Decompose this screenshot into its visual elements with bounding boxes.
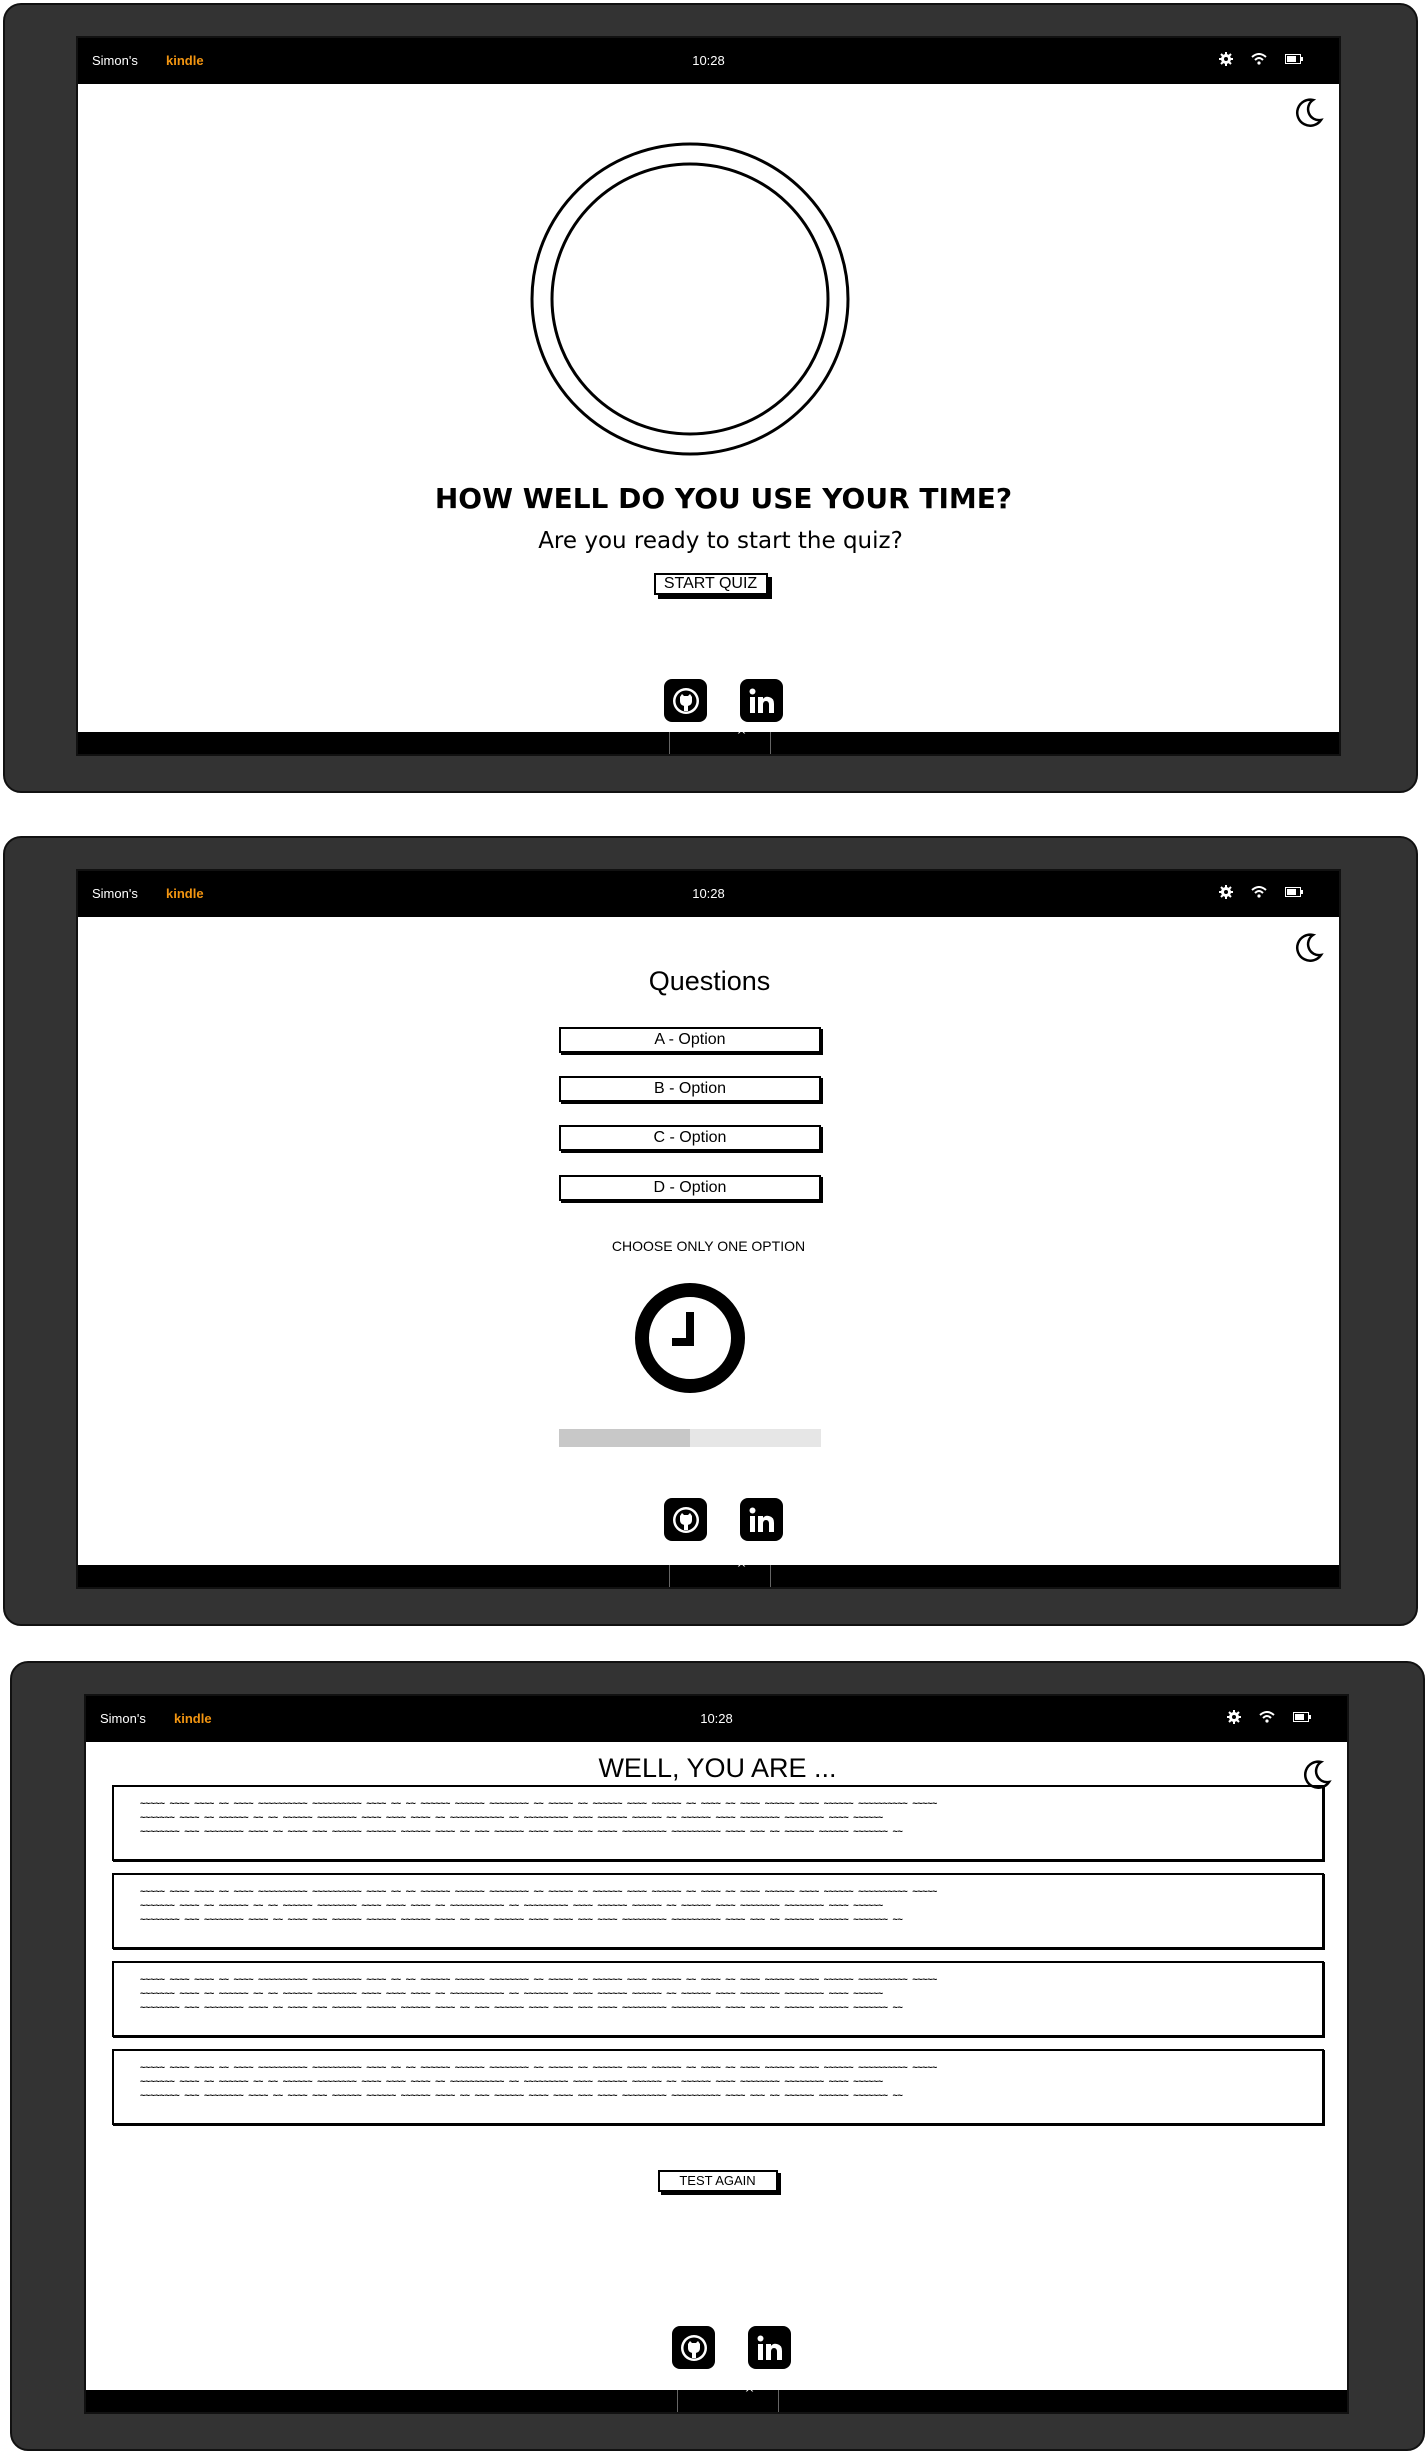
clock: 10:28 [700, 1711, 733, 1726]
option-b-button[interactable]: B - Option [559, 1076, 821, 1102]
paragraph-line: ~~~~~~~~ ~~~ ~~~~~~~~ ~~~~ ~~ ~~~~ ~~~ ~… [140, 2091, 903, 2101]
status-bar: Simon's kindle 10:28 [78, 38, 1339, 84]
linkedin-link[interactable] [740, 1498, 783, 1541]
timer-ring-icon [530, 142, 850, 456]
home-tab[interactable] [676, 2390, 779, 2412]
gear-icon [1227, 1710, 1241, 1724]
quiz-subtitle: Are you ready to start the quiz? [538, 528, 903, 554]
wifi-icon [1251, 886, 1267, 898]
caret-up-icon: ^ [744, 2386, 755, 2400]
result-paragraph-1: ~~~~~ ~~~~ ~~~~ ~~ ~~~~ ~~~~~~~~~~ ~~~~~… [112, 1785, 1324, 1861]
tablet-frame-result: Simon's kindle 10:28 WELL, YOU ARE ... ~… [10, 1661, 1425, 2451]
status-bar: Simon's kindle 10:28 [78, 871, 1339, 917]
paragraph-line: ~~~~~~~ ~~~~ ~~ ~~~~~~ ~~ ~~ ~~~~~~ ~~~~… [140, 1901, 883, 1911]
result-paragraph-4: ~~~~~ ~~~~ ~~~~ ~~ ~~~~ ~~~~~~~~~~ ~~~~~… [112, 2049, 1324, 2125]
option-d-button[interactable]: D - Option [559, 1175, 821, 1201]
start-quiz-button[interactable]: START QUIZ [653, 573, 768, 595]
result-paragraph-2: ~~~~~ ~~~~ ~~~~ ~~ ~~~~ ~~~~~~~~~~ ~~~~~… [112, 1873, 1324, 1949]
github-link[interactable] [664, 1498, 707, 1541]
github-link[interactable] [672, 2326, 715, 2369]
test-again-button[interactable]: TEST AGAIN [657, 2170, 778, 2192]
questions-heading: Questions [648, 966, 771, 996]
paragraph-line: ~~~~~ ~~~~ ~~~~ ~~ ~~~~ ~~~~~~~~~~ ~~~~~… [140, 1799, 937, 1809]
dark-mode-toggle-icon[interactable] [1291, 931, 1325, 965]
linkedin-icon [749, 688, 774, 713]
battery-icon [1285, 887, 1303, 897]
gear-icon [1219, 52, 1233, 66]
linkedin-icon [749, 1507, 774, 1532]
screen-quiz: Simon's kindle 10:28 Questions A - Optio… [76, 869, 1341, 1589]
battery-icon [1285, 54, 1303, 64]
paragraph-line: ~~~~~ ~~~~ ~~~~ ~~ ~~~~ ~~~~~~~~~~ ~~~~~… [140, 2063, 937, 2073]
github-link[interactable] [664, 679, 707, 722]
instruction-text: CHOOSE ONLY ONE OPTION [611, 1238, 806, 1254]
tablet-frame-start: Simon's kindle 10:28 HOW WELL DO YOU USE… [3, 3, 1418, 793]
github-icon [672, 687, 699, 714]
clock: 10:28 [692, 886, 725, 901]
progress-fill [559, 1429, 690, 1447]
bottom-bar: ^ [86, 2386, 1347, 2412]
result-heading: WELL, YOU ARE ... [598, 1753, 837, 1783]
caret-up-icon: ^ [736, 728, 747, 742]
paragraph-line: ~~~~~~~~ ~~~ ~~~~~~~~ ~~~~ ~~ ~~~~ ~~~ ~… [140, 1827, 903, 1837]
linkedin-icon [757, 2335, 782, 2360]
bottom-bar: ^ [78, 1561, 1339, 1587]
paragraph-line: ~~~~~ ~~~~ ~~~~ ~~ ~~~~ ~~~~~~~~~~ ~~~~~… [140, 1975, 937, 1985]
progress-bar [559, 1429, 821, 1447]
gear-icon [1219, 885, 1233, 899]
screen-result: Simon's kindle 10:28 WELL, YOU ARE ... ~… [84, 1694, 1349, 2414]
status-bar: Simon's kindle 10:28 [86, 1696, 1347, 1742]
linkedin-link[interactable] [748, 2326, 791, 2369]
clock: 10:28 [692, 53, 725, 68]
quiz-title: HOW WELL DO YOU USE YOUR TIME? [434, 482, 1013, 515]
screen-start: Simon's kindle 10:28 HOW WELL DO YOU USE… [76, 36, 1341, 756]
paragraph-line: ~~~~~ ~~~~ ~~~~ ~~ ~~~~ ~~~~~~~~~~ ~~~~~… [140, 1887, 937, 1897]
tablet-frame-quiz: Simon's kindle 10:28 Questions A - Optio… [3, 836, 1418, 1626]
wifi-icon [1251, 53, 1267, 65]
result-paragraph-3: ~~~~~ ~~~~ ~~~~ ~~ ~~~~ ~~~~~~~~~~ ~~~~~… [112, 1961, 1324, 2037]
dark-mode-toggle-icon[interactable] [1291, 96, 1325, 130]
paragraph-line: ~~~~~~~~ ~~~ ~~~~~~~~ ~~~~ ~~ ~~~~ ~~~ ~… [140, 1915, 903, 1925]
linkedin-link[interactable] [740, 679, 783, 722]
wifi-icon [1259, 1711, 1275, 1723]
option-a-button[interactable]: A - Option [559, 1027, 821, 1053]
clock-icon [635, 1283, 745, 1393]
paragraph-line: ~~~~~~~ ~~~~ ~~ ~~~~~~ ~~ ~~ ~~~~~~ ~~~~… [140, 1989, 883, 1999]
home-tab[interactable] [668, 1565, 771, 1587]
home-tab[interactable] [668, 732, 771, 754]
caret-up-icon: ^ [736, 1561, 747, 1575]
paragraph-line: ~~~~~~~~ ~~~ ~~~~~~~~ ~~~~ ~~ ~~~~ ~~~ ~… [140, 2003, 903, 2013]
bottom-bar: ^ [78, 728, 1339, 754]
paragraph-line: ~~~~~~~ ~~~~ ~~ ~~~~~~ ~~ ~~ ~~~~~~ ~~~~… [140, 1813, 883, 1823]
battery-icon [1293, 1712, 1311, 1722]
paragraph-line: ~~~~~~~ ~~~~ ~~ ~~~~~~ ~~ ~~ ~~~~~~ ~~~~… [140, 2077, 883, 2087]
option-c-button[interactable]: C - Option [559, 1125, 821, 1151]
github-icon [680, 2334, 707, 2361]
github-icon [672, 1506, 699, 1533]
